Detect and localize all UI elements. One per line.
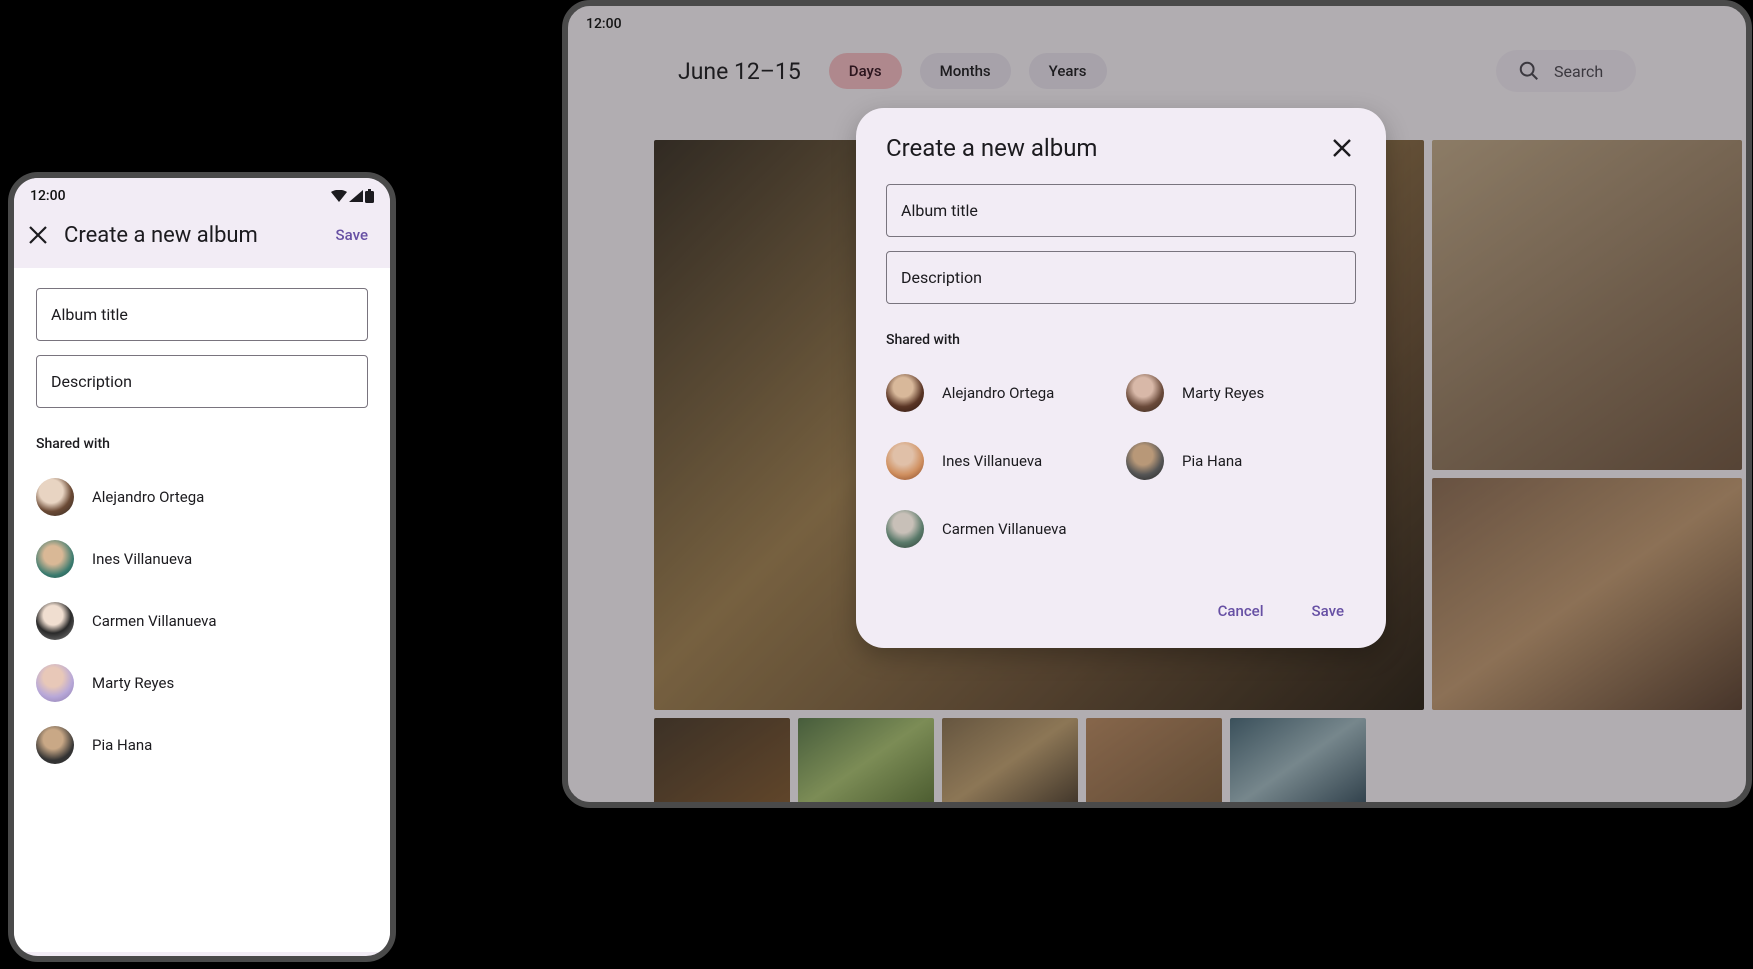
battery-icon <box>365 189 374 203</box>
album-title-placeholder: Album title <box>51 305 128 324</box>
person-name: Marty Reyes <box>92 674 174 692</box>
dialog-actions: Cancel Save <box>886 594 1356 628</box>
close-button[interactable] <box>26 223 50 247</box>
description-placeholder: Description <box>901 268 982 287</box>
person-name: Pia Hana <box>1182 452 1242 470</box>
signal-icon <box>349 190 363 202</box>
person-name: Carmen Villanueva <box>92 612 217 630</box>
album-title-field[interactable]: Album title <box>886 184 1356 237</box>
list-item[interactable]: Pia Hana <box>36 714 368 776</box>
phone-status-bar: 12:00 <box>14 178 390 210</box>
avatar <box>1126 374 1164 412</box>
album-title-placeholder: Album title <box>901 201 978 220</box>
people-grid: Alejandro Ortega Marty Reyes Ines Villan… <box>886 362 1356 560</box>
person-name: Marty Reyes <box>1182 384 1264 402</box>
person-name: Alejandro Ortega <box>92 488 204 506</box>
shared-with-label: Shared with <box>886 332 1356 348</box>
list-item[interactable]: Carmen Villanueva <box>36 590 368 652</box>
list-item[interactable]: Marty Reyes <box>36 652 368 714</box>
wifi-icon <box>331 190 347 202</box>
description-placeholder: Description <box>51 372 132 391</box>
avatar <box>36 540 74 578</box>
phone-body: Album title Description Shared with Alej… <box>14 268 390 952</box>
description-field[interactable]: Description <box>36 355 368 408</box>
avatar <box>36 478 74 516</box>
avatar <box>36 726 74 764</box>
list-item[interactable]: Ines Villanueva <box>36 528 368 590</box>
avatar <box>886 374 924 412</box>
create-album-dialog: Create a new album Album title Descripti… <box>856 108 1386 648</box>
list-item[interactable]: Carmen Villanueva <box>886 498 1116 560</box>
avatar <box>1126 442 1164 480</box>
person-name: Ines Villanueva <box>92 550 192 568</box>
close-icon <box>29 226 47 244</box>
person-name: Pia Hana <box>92 736 152 754</box>
phone-device-frame: 12:00 Create a new album Save Album titl… <box>8 172 396 962</box>
phone-status-icons <box>331 189 374 203</box>
person-name: Carmen Villanueva <box>942 520 1067 538</box>
dialog-title: Create a new album <box>886 134 1097 162</box>
person-name: Ines Villanueva <box>942 452 1042 470</box>
shared-with-label: Shared with <box>36 436 368 452</box>
phone-app-bar: Create a new album Save <box>14 210 390 268</box>
description-field[interactable]: Description <box>886 251 1356 304</box>
list-item[interactable]: Ines Villanueva <box>886 430 1116 492</box>
avatar <box>36 602 74 640</box>
avatar <box>36 664 74 702</box>
save-button[interactable]: Save <box>1300 594 1356 628</box>
avatar <box>886 510 924 548</box>
cancel-button[interactable]: Cancel <box>1206 594 1276 628</box>
tablet-device-frame: 12:00 June 12–15 Days Months Years Searc… <box>562 0 1752 808</box>
album-title-field[interactable]: Album title <box>36 288 368 341</box>
list-item[interactable]: Alejandro Ortega <box>36 466 368 528</box>
list-item[interactable]: Alejandro Ortega <box>886 362 1116 424</box>
close-icon <box>1332 138 1352 158</box>
save-button[interactable]: Save <box>326 220 378 250</box>
list-item[interactable]: Marty Reyes <box>1126 362 1356 424</box>
close-button[interactable] <box>1328 134 1356 162</box>
list-item[interactable]: Pia Hana <box>1126 430 1356 492</box>
person-name: Alejandro Ortega <box>942 384 1054 402</box>
phone-screen-title: Create a new album <box>64 223 326 248</box>
avatar <box>886 442 924 480</box>
phone-clock: 12:00 <box>30 188 66 204</box>
